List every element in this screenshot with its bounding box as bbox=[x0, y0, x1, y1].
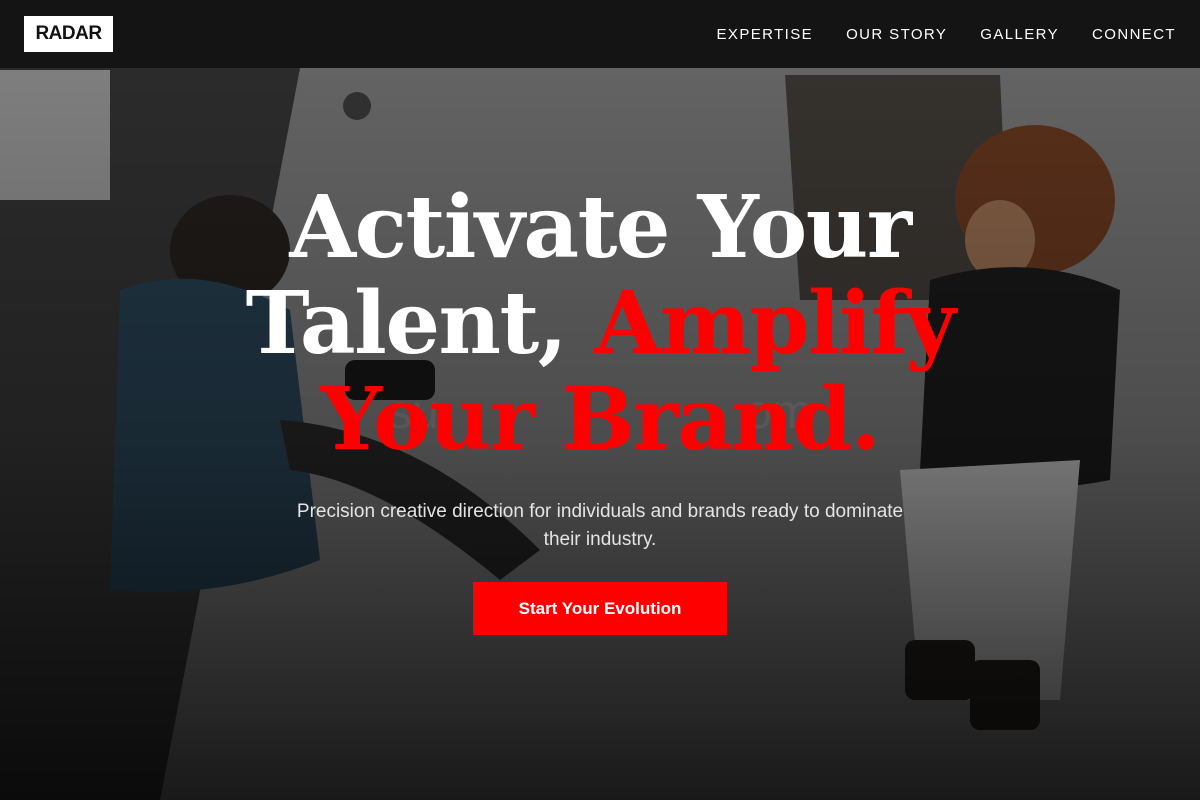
main-nav: EXPERTISE OUR STORY GALLERY CONNECT bbox=[717, 0, 1176, 68]
nav-link-gallery[interactable]: GALLERY bbox=[980, 26, 1059, 43]
start-evolution-button[interactable]: Start Your Evolution bbox=[473, 582, 727, 635]
nav-link-our-story[interactable]: OUR STORY bbox=[846, 26, 947, 43]
hero-section: Activate Your Talent, Amplify Your Brand… bbox=[0, 180, 1200, 635]
nav-link-expertise[interactable]: EXPERTISE bbox=[717, 26, 814, 43]
nav-link-connect[interactable]: CONNECT bbox=[1092, 26, 1176, 43]
headline-line-2-white: Talent, bbox=[245, 273, 595, 374]
headline-line-1: Activate Your bbox=[289, 177, 912, 278]
hero-headline: Activate Your Talent, Amplify Your Brand… bbox=[0, 180, 1200, 468]
hero-subtitle: Precision creative direction for individ… bbox=[296, 501, 904, 550]
headline-line-3-accent: Your Brand. bbox=[320, 369, 881, 470]
site-header: RADAR EXPERTISE OUR STORY GALLERY CONNEC… bbox=[0, 0, 1200, 68]
headline-line-2-accent: Amplify bbox=[594, 273, 956, 374]
logo[interactable]: RADAR bbox=[24, 16, 113, 52]
landing-page: su om RADAR EXPERTISE OUR STORY GALLERY … bbox=[0, 0, 1200, 800]
